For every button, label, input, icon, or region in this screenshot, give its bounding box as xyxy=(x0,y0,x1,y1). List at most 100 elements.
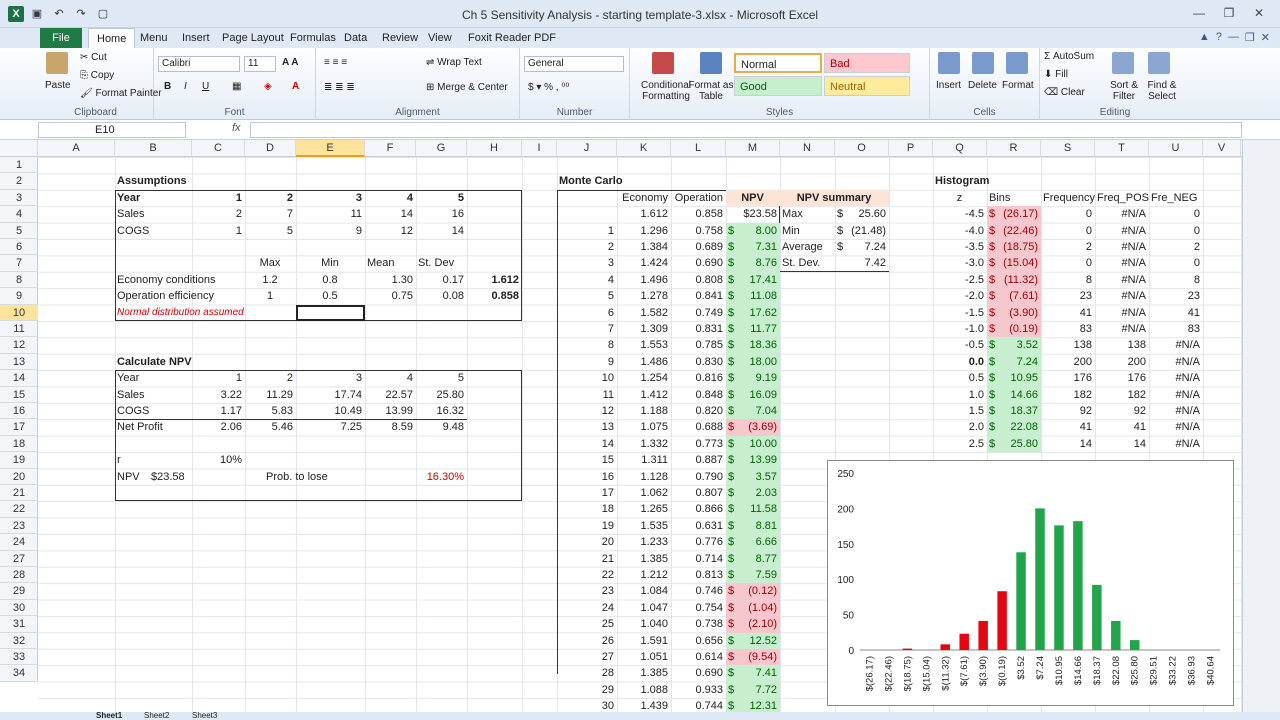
row-header-34[interactable]: 34 xyxy=(0,665,38,682)
row-header-15[interactable]: 15 xyxy=(0,387,38,403)
font-size-select[interactable]: 11 xyxy=(244,56,276,72)
row-header-19[interactable]: 19 xyxy=(0,452,38,469)
row-header-3[interactable]: 3 xyxy=(0,190,38,207)
name-box[interactable]: E10 xyxy=(38,122,186,138)
row-header-23[interactable]: 23 xyxy=(0,518,38,535)
row-header-30[interactable]: 30 xyxy=(0,600,38,617)
tab-foxit-reader-pdf[interactable]: Foxit Reader PDF xyxy=(460,28,564,48)
restore-workbook-icon[interactable]: ❐ xyxy=(1245,31,1255,44)
format-as-table-button[interactable]: Format as Table xyxy=(688,80,734,102)
column-header-L[interactable]: L xyxy=(671,140,726,157)
style-normal[interactable]: Normal xyxy=(734,53,822,73)
format-painter-button[interactable]: 🖌 Format Painter xyxy=(80,88,162,99)
column-header-C[interactable]: C xyxy=(192,140,245,157)
fill-button[interactable]: ⬇ Fill xyxy=(1044,69,1068,80)
row-header-33[interactable]: 33 xyxy=(0,649,38,666)
tab-file[interactable]: File xyxy=(40,28,82,48)
close-workbook-icon[interactable]: ✕ xyxy=(1261,31,1270,44)
autosum-button[interactable]: Σ AutoSum xyxy=(1044,51,1094,62)
conditional-formatting-button[interactable]: Conditional Formatting xyxy=(636,80,696,102)
row-header-4[interactable]: 4 xyxy=(0,206,38,223)
row-header-7[interactable]: 7 xyxy=(0,255,38,272)
conditional-formatting-icon[interactable] xyxy=(652,52,674,74)
italic-icon[interactable]: I xyxy=(184,81,187,92)
underline-icon[interactable]: U xyxy=(202,81,209,92)
format-as-table-icon[interactable] xyxy=(700,52,722,74)
column-header-S[interactable]: S xyxy=(1041,140,1095,157)
row-header-5[interactable]: 5 xyxy=(0,223,38,239)
borders-icon[interactable]: ▦ xyxy=(232,81,241,92)
insert-function-icon[interactable]: fx xyxy=(232,122,241,134)
merge-center-button[interactable]: ⊞ Merge & Center xyxy=(426,82,508,93)
row-header-24[interactable]: 24 xyxy=(0,534,38,551)
row-header-11[interactable]: 11 xyxy=(0,321,38,338)
delete-button[interactable]: Delete xyxy=(968,80,997,91)
column-header-R[interactable]: R xyxy=(987,140,1041,157)
tab-formulas[interactable]: Formulas xyxy=(282,28,344,48)
column-header-F[interactable]: F xyxy=(365,140,416,157)
column-header-H[interactable]: H xyxy=(467,140,522,157)
style-good[interactable]: Good xyxy=(734,76,822,96)
paste-button[interactable]: Paste xyxy=(45,80,71,91)
sort-filter-button[interactable]: Sort & Filter xyxy=(1106,80,1142,102)
minimize-workbook-icon[interactable]: — xyxy=(1228,31,1239,44)
vertical-scrollbar[interactable] xyxy=(1242,140,1280,712)
bold-icon[interactable]: B xyxy=(164,81,171,92)
number-format-select[interactable]: General xyxy=(524,56,624,72)
column-header-A[interactable]: A xyxy=(38,140,115,157)
tab-page-layout[interactable]: Page Layout xyxy=(214,28,292,48)
align-left-icon[interactable]: ≣ ≣ ≣ xyxy=(324,82,355,93)
format-cells-icon[interactable] xyxy=(1006,52,1028,74)
row-header-21[interactable]: 21 xyxy=(0,485,38,502)
help-icon[interactable]: ? xyxy=(1216,31,1222,44)
tab-home[interactable]: Home xyxy=(88,28,136,48)
histogram-chart[interactable]: 0 50 100 150 200 250 $(26.17) $(22.46) $(18.75) $… xyxy=(827,460,1234,706)
sheet-tab-sheet3[interactable]: Sheet3 xyxy=(192,712,217,720)
tab-menu[interactable]: Menu xyxy=(132,28,176,48)
fill-color-icon[interactable]: ◈ xyxy=(264,81,272,92)
copy-button[interactable]: ⎘ Copy xyxy=(80,70,114,81)
row-header-27[interactable]: 27 xyxy=(0,551,38,567)
clear-button[interactable]: ⌫ Clear xyxy=(1044,87,1085,98)
insert-cells-icon[interactable] xyxy=(938,52,960,74)
tab-data[interactable]: Data xyxy=(336,28,375,48)
row-header-6[interactable]: 6 xyxy=(0,239,38,256)
row-header-9[interactable]: 9 xyxy=(0,288,38,305)
grow-font-icon[interactable]: A A xyxy=(282,57,298,68)
row-header-14[interactable]: 14 xyxy=(0,370,38,387)
find-select-button[interactable]: Find & Select xyxy=(1142,80,1182,102)
align-top-icon[interactable]: ≡ ≡ ≡ xyxy=(324,57,347,68)
close-icon[interactable]: ✕ xyxy=(1246,4,1272,22)
sheet-tab-sheet2[interactable]: Sheet2 xyxy=(144,712,169,720)
row-header-18[interactable]: 18 xyxy=(0,436,38,453)
column-header-N[interactable]: N xyxy=(780,140,835,157)
select-all-corner[interactable] xyxy=(0,140,38,157)
find-select-icon[interactable] xyxy=(1148,52,1170,74)
sheet-tab-sheet1[interactable]: Sheet1 xyxy=(96,712,122,720)
row-header-20[interactable]: 20 xyxy=(0,469,38,485)
column-header-I[interactable]: I xyxy=(522,140,557,157)
column-header-B[interactable]: B xyxy=(115,140,192,157)
collapse-ribbon-icon[interactable]: ▲ xyxy=(1199,31,1210,44)
wrap-text-button[interactable]: ⇌ Wrap Text xyxy=(426,57,482,68)
paste-icon[interactable] xyxy=(46,52,68,74)
column-header-J[interactable]: J xyxy=(557,140,617,157)
row-header-31[interactable]: 31 xyxy=(0,616,38,633)
tab-view[interactable]: View xyxy=(420,28,460,48)
font-color-icon[interactable]: A xyxy=(292,81,299,92)
style-bad[interactable]: Bad xyxy=(824,53,910,73)
row-header-8[interactable]: 8 xyxy=(0,272,38,289)
cut-button[interactable]: ✂ Cut xyxy=(80,52,107,63)
column-header-U[interactable]: U xyxy=(1149,140,1203,157)
row-header-17[interactable]: 17 xyxy=(0,419,38,436)
row-header-1[interactable]: 1 xyxy=(0,157,38,174)
sort-filter-icon[interactable] xyxy=(1112,52,1134,74)
formula-input[interactable] xyxy=(250,122,1242,138)
column-header-E[interactable]: E xyxy=(296,140,365,157)
tab-review[interactable]: Review xyxy=(374,28,426,48)
minimize-icon[interactable]: — xyxy=(1186,4,1212,22)
restore-icon[interactable]: ❐ xyxy=(1216,4,1242,22)
row-header-10[interactable]: 10 xyxy=(0,304,38,321)
format-button[interactable]: Format xyxy=(1002,80,1034,91)
delete-cells-icon[interactable] xyxy=(972,52,994,74)
